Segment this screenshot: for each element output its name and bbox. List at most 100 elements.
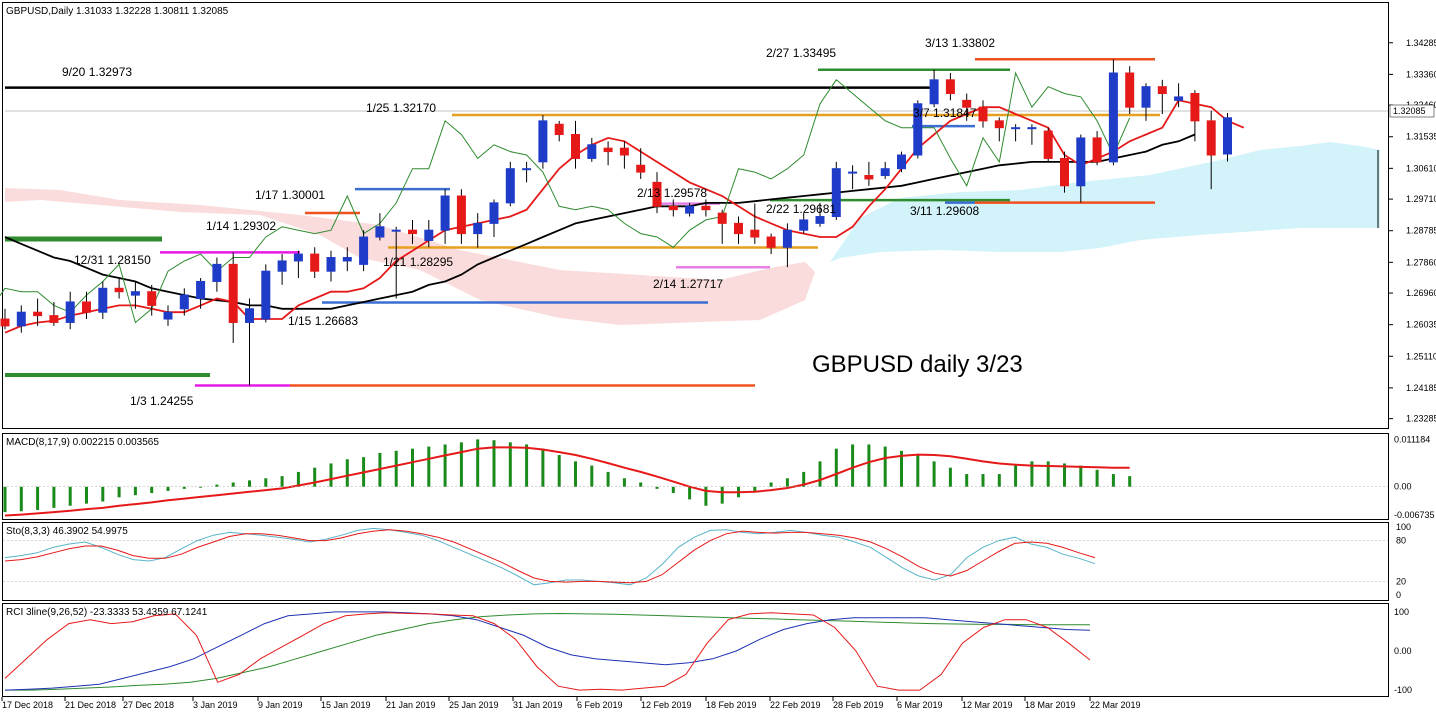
candle-body [750, 229, 760, 238]
y-tick-label: 1.24185 [1406, 383, 1436, 393]
macd-bar [411, 448, 414, 487]
sto-header: Sto(8,3,3) 46.3902 54.9975 [6, 526, 128, 537]
candle-body [864, 175, 874, 180]
sto-pane[interactable] [2, 522, 1389, 601]
x-tick-label: 18 Feb 2019 [706, 700, 757, 710]
macd-bar [85, 486, 88, 504]
macd-bar [394, 450, 398, 487]
macd-bar [264, 478, 268, 487]
candle-body [636, 164, 646, 173]
annotation-3-7: 3/7 1.31847 [913, 106, 977, 120]
annotation-12-31: 12/31 1.28150 [74, 253, 151, 267]
macd-pane[interactable] [2, 433, 1389, 520]
macd-bar [231, 482, 235, 487]
macd-bar [36, 486, 40, 510]
annotation-9-20: 9/20 1.32973 [62, 65, 132, 79]
x-tick-label: 6 Feb 2019 [577, 700, 623, 710]
macd-bar [671, 486, 675, 494]
macd-header: MACD(8,17,9) 0.002215 0.003565 [6, 437, 159, 448]
macd-bar [932, 461, 936, 487]
y-tick-label: 1.25110 [1406, 351, 1436, 361]
candle-body [489, 202, 499, 224]
x-tick-label: 3 Jan 2019 [193, 700, 238, 710]
macd-bar [622, 478, 626, 487]
x-tick-label: 25 Jan 2019 [449, 700, 499, 710]
trading-chart[interactable]: 9/20 1.32973 12/31 1.28150 1/3 1.24255 1/14… [0, 0, 1436, 716]
candle-body [848, 171, 858, 174]
macd-tick-label: 0.00 [1394, 482, 1412, 492]
candle-body [505, 168, 515, 204]
candle-body [440, 195, 450, 231]
x-tick-label: 31 Jan 2019 [513, 700, 563, 710]
x-tick-label: 22 Feb 2019 [770, 700, 821, 710]
macd-bar [68, 486, 72, 506]
macd-bar [997, 474, 1001, 487]
candle-body [538, 120, 548, 163]
candle-body [668, 205, 678, 211]
macd-bar [345, 459, 349, 487]
x-tick-label: 21 Jan 2019 [386, 700, 436, 710]
annotation-1-3: 1/3 1.24255 [130, 394, 194, 408]
candle-body [1141, 86, 1151, 108]
y-tick-label: 1.30610 [1406, 163, 1436, 173]
macd-bar [443, 444, 447, 487]
y-tick-label: 1.28785 [1406, 226, 1436, 236]
annotation-2-13: 2/13 1.29578 [637, 186, 707, 200]
candle-body [603, 147, 613, 153]
macd-bar [769, 482, 773, 487]
macd-bar [1111, 474, 1115, 487]
chart-title: GBPUSD daily 3/23 [812, 351, 1023, 378]
candle-body [717, 212, 727, 224]
candle-body [293, 253, 303, 262]
candle-body [1190, 93, 1200, 122]
x-tick-label: 17 Dec 2018 [2, 700, 53, 710]
macd-bar [867, 444, 871, 487]
candle-body [196, 280, 206, 300]
candle-body [522, 168, 532, 171]
candle-body [456, 195, 466, 235]
macd-bar [606, 471, 610, 487]
macd-bar [557, 455, 561, 487]
y-tick-label: 1.27860 [1406, 257, 1436, 267]
macd-bar [117, 486, 121, 498]
candle-body [375, 226, 385, 238]
macd-bar [101, 486, 105, 502]
x-tick-label: 9 Jan 2019 [258, 700, 303, 710]
macd-bar [52, 486, 56, 508]
candle-body [766, 236, 776, 248]
candle-body [277, 260, 287, 272]
macd-bar [785, 478, 789, 487]
y-tick-label: 1.29710 [1406, 194, 1436, 204]
candle-body [0, 318, 10, 327]
candle-body [929, 79, 939, 105]
candle-body [16, 311, 26, 327]
macd-bar [215, 484, 219, 487]
macd-bar [1128, 476, 1132, 487]
candle-body [342, 257, 352, 262]
candle-body [587, 144, 597, 159]
current-price-label: 1.32085 [1393, 106, 1426, 116]
macd-bar [948, 467, 952, 487]
macd-bar [248, 480, 251, 487]
y-tick-label: 1.31535 [1406, 132, 1436, 142]
macd-bar [834, 448, 838, 487]
y-tick-label: 1.26035 [1406, 320, 1436, 330]
macd-bar [133, 486, 137, 496]
y-tick-label: 1.34285 [1406, 38, 1436, 48]
candle-body [1223, 117, 1232, 155]
macd-bar [525, 444, 529, 487]
x-tick-label: 6 Mar 2019 [897, 700, 943, 710]
candle-body [1076, 137, 1086, 187]
annotation-1-15: 1/15 1.26683 [288, 314, 358, 328]
x-tick-label: 18 Mar 2019 [1025, 700, 1076, 710]
candle-body [897, 154, 906, 170]
candle-body [1027, 127, 1037, 130]
candle-body [212, 263, 222, 282]
macd-bar [3, 486, 7, 513]
macd-bar [1095, 469, 1099, 487]
sto-tick-label: 20 [1396, 576, 1406, 586]
annotation-1-17: 1/17 1.30001 [255, 188, 325, 202]
candle-body [701, 205, 711, 211]
macd-tick-label: -0.006735 [1394, 510, 1435, 520]
macd-bar [459, 442, 463, 487]
